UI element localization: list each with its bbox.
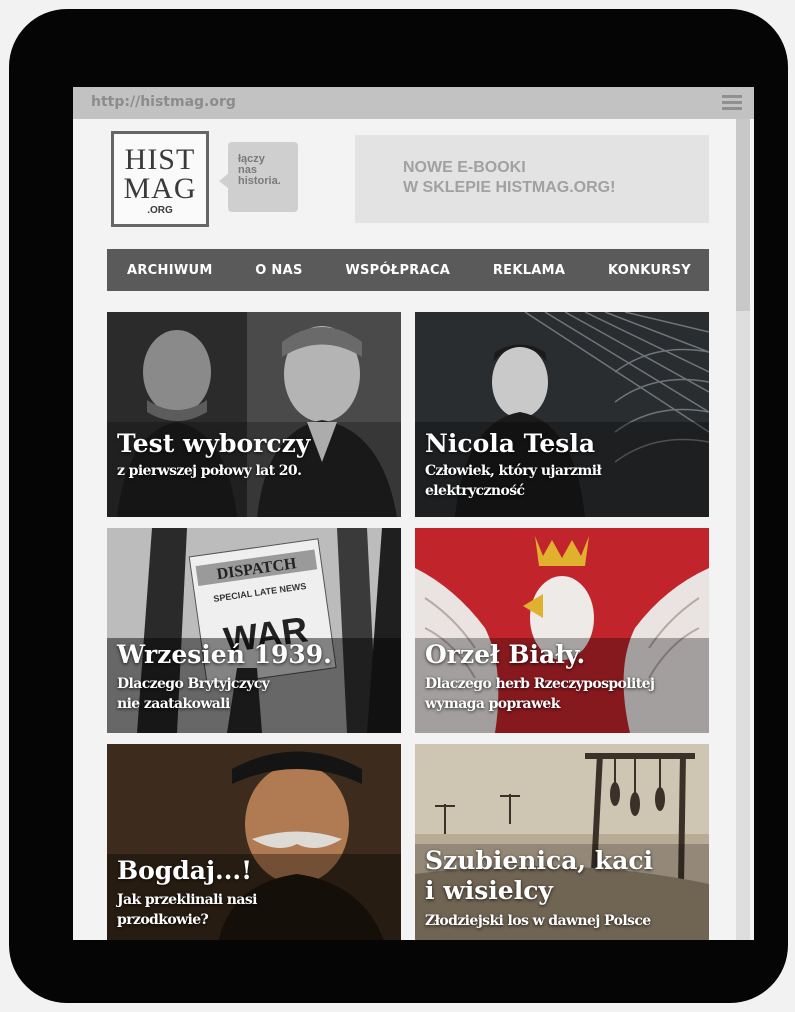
logo-text-org: .ORG: [147, 205, 173, 216]
nav-item-o-nas[interactable]: O NAS: [255, 263, 302, 278]
tile-subtitle: Dlaczego herb Rzeczypospolitej: [425, 676, 655, 692]
promo-line: NOWE E-BOOKI: [403, 159, 526, 176]
logo-text-hist: HIST: [124, 143, 196, 176]
tile-subtitle-line2: nie zaatakowali: [117, 696, 230, 712]
tile-title: Wrzesień 1939.: [117, 640, 332, 669]
nav-item-archiwum[interactable]: ARCHIWUM: [127, 263, 213, 278]
article-tile-nicola-tesla[interactable]: Nicola Tesla Człowiek, który ujarzmił el…: [415, 312, 709, 517]
article-grid: Test wyborczy z pierwszej połowy lat 20.: [107, 312, 709, 940]
logo-text-mag: MAG: [123, 172, 197, 205]
main-nav: ARCHIWUM O NAS WSPÓŁPRACA REKLAMA KONKUR…: [107, 249, 709, 291]
browser-screen: http://histmag.org HIST MAG .ORG łączy n…: [73, 87, 754, 940]
nav-item-wspolpraca[interactable]: WSPÓŁPRACA: [345, 263, 450, 278]
tile-title: Bogdaj...!: [117, 856, 253, 885]
tile-title: Orzeł Biały.: [425, 640, 586, 669]
article-tile-bogdaj[interactable]: Bogdaj...! Jak przeklinali nasi przodkow…: [107, 744, 401, 940]
tile-subtitle: Dlaczego Brytyjczycy: [117, 676, 270, 692]
tile-subtitle: Człowiek, który ujarzmił: [425, 463, 602, 479]
tile-title: Test wyborczy: [117, 429, 311, 458]
article-tile-orzel-bialy[interactable]: Orzeł Biały. Dlaczego herb Rzeczypospoli…: [415, 528, 709, 733]
tile-subtitle-line2: przodkowie?: [117, 912, 209, 928]
tile-image-gallows: [415, 744, 709, 940]
tile-subtitle-line2: elektryczność: [425, 483, 525, 499]
tablet-frame: http://histmag.org HIST MAG .ORG łączy n…: [9, 9, 788, 1003]
hamburger-menu-icon[interactable]: [722, 95, 742, 111]
histmag-logo[interactable]: HIST MAG .ORG: [111, 131, 209, 227]
tagline-bubble: łączy nas historia.: [228, 142, 298, 212]
scrollbar-thumb[interactable]: [736, 119, 750, 311]
scrollbar[interactable]: [736, 119, 750, 940]
tile-title: Nicola Tesla: [425, 429, 596, 458]
article-tile-wrzesien-1939[interactable]: DISPATCH SPECIAL LATE NEWS WAR Wrzesień …: [107, 528, 401, 733]
promo-line: W SKLEPIE HISTMAG.ORG!: [403, 179, 616, 196]
tagline-text: łączy nas historia.: [238, 154, 298, 187]
tagline-line: historia.: [238, 175, 281, 187]
promo-text: NOWE E-BOOKI W SKLEPIE HISTMAG.ORG!: [403, 158, 703, 198]
ebook-promo-banner[interactable]: NOWE E-BOOKI W SKLEPIE HISTMAG.ORG!: [355, 135, 709, 223]
nav-item-konkursy[interactable]: KONKURSY: [608, 263, 691, 278]
tile-subtitle-line2: wymaga poprawek: [425, 696, 560, 712]
tile-title-line2: i wisielcy: [425, 876, 553, 905]
tile-image-portraits: [107, 312, 401, 517]
tile-subtitle: z pierwszej połowy lat 20.: [117, 463, 302, 479]
tile-title: Szubienica, kaci: [425, 846, 654, 875]
tile-subtitle: Jak przeklinali nasi: [117, 892, 257, 908]
url-text[interactable]: http://histmag.org: [91, 94, 236, 110]
address-bar[interactable]: http://histmag.org: [73, 87, 754, 119]
nav-item-reklama[interactable]: REKLAMA: [493, 263, 565, 278]
article-tile-szubienica[interactable]: Szubienica, kaci i wisielcy Złodziejski …: [415, 744, 709, 940]
article-tile-test-wyborczy[interactable]: Test wyborczy z pierwszej połowy lat 20.: [107, 312, 401, 517]
tile-subtitle: Złodziejski los w dawnej Polsce: [425, 913, 651, 929]
